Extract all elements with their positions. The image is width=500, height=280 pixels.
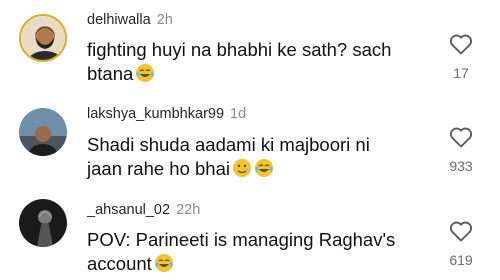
comment-line: fighting huyi na bhabhi ke sath? sach (87, 39, 392, 60)
avatar[interactable] (19, 108, 67, 156)
like-count: 619 (449, 252, 473, 268)
comment-time: 1d (230, 106, 247, 122)
avatar[interactable] (19, 199, 67, 247)
avatar[interactable] (19, 14, 67, 62)
comment-line: account (87, 253, 152, 274)
tears-of-joy-emoji-icon (154, 253, 174, 273)
comment-line: POV: Parineeti is managing Raghav's (87, 229, 396, 250)
avatar-image (21, 16, 65, 60)
tears-of-joy-emoji-icon (135, 63, 155, 83)
avatar-image (19, 108, 67, 156)
comment-line: jaan rahe ho bhai (87, 158, 230, 179)
comment-text: POV: Parineeti is managing Raghav's acco… (87, 228, 407, 276)
username[interactable]: lakshya_kumbhkar99 (87, 106, 224, 122)
comment-item: delhiwalla 2h fighting huyi na bhabhi ke … (0, 0, 500, 90)
heart-icon[interactable] (449, 33, 473, 55)
comment-time: 22h (176, 202, 201, 218)
username[interactable]: _ahsanul_02 (87, 202, 170, 218)
avatar-image (19, 199, 67, 247)
comment-line: btana (87, 63, 134, 84)
comment-item: lakshya_kumbhkar99 1d Shadi shuda aadami … (0, 95, 500, 190)
comment-text: fighting huyi na bhabhi ke sath? sach bt… (87, 38, 407, 86)
comment-text: Shadi shuda aadami ki majboori ni jaan r… (87, 133, 407, 181)
comment-item: _ahsanul_02 22h POV: Parineeti is managin… (0, 190, 500, 280)
heart-icon[interactable] (449, 126, 473, 148)
username[interactable]: delhiwalla (87, 12, 151, 28)
smiling-face-with-tear-emoji-icon (232, 158, 252, 178)
heart-icon[interactable] (449, 220, 473, 242)
comment-time: 2h (156, 12, 173, 28)
like-control: 933 (438, 126, 484, 174)
like-control: 619 (438, 220, 484, 268)
tears-of-joy-emoji-icon (254, 158, 274, 178)
like-control: 17 (438, 33, 484, 81)
like-count: 933 (449, 158, 473, 174)
like-count: 17 (453, 65, 469, 81)
comment-line: Shadi shuda aadami ki majboori ni (87, 134, 370, 155)
